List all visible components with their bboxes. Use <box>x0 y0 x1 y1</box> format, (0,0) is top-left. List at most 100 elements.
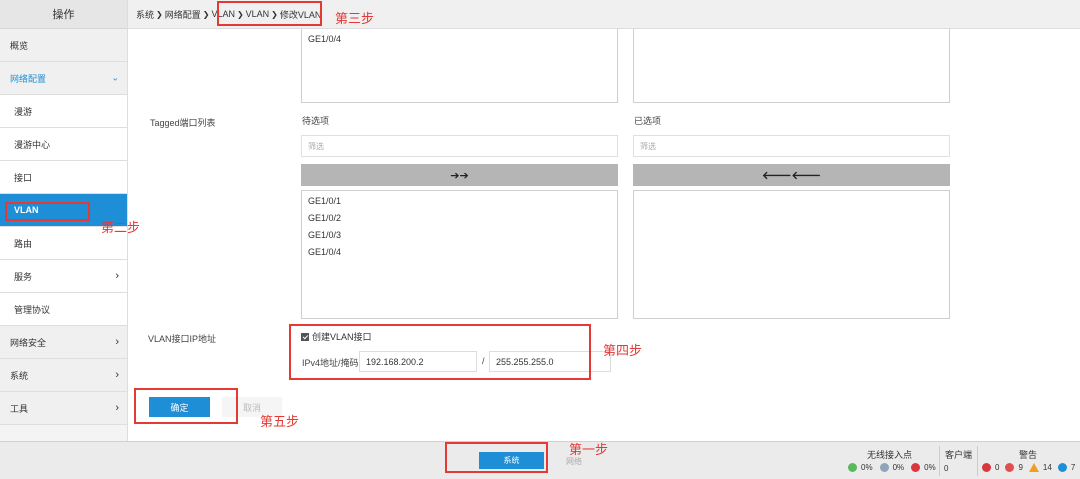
sidebar-item-roaming-center[interactable]: 漫游中心 <box>0 128 127 161</box>
chevron-right-icon: › <box>115 270 119 282</box>
sidebar-item-overview[interactable]: 概览 <box>0 29 127 62</box>
sidebar-item-network-config[interactable]: 网络配置 ⌄ <box>0 62 127 95</box>
sidebar-header: 操作 <box>0 0 127 29</box>
ipv4-value: 192.168.200.2 <box>366 356 424 367</box>
checkbox-label: 创建VLAN接口 <box>312 332 372 342</box>
breadcrumb-item-current: 修改VLAN <box>279 9 322 20</box>
untagged-available-list[interactable]: GE1/0/4 <box>301 29 618 103</box>
sidebar-item-label: 接口 <box>14 172 33 183</box>
subnet-mask-input[interactable]: 255.255.255.0 <box>489 351 611 372</box>
sidebar-item-label: 漫游中心 <box>14 139 51 150</box>
ok-button-label: 确定 <box>170 402 189 413</box>
ap-title: 无线接入点 <box>867 450 913 460</box>
system-tab-label: 系统 <box>503 456 520 465</box>
list-item[interactable]: GE1/0/3 <box>302 227 617 244</box>
sidebar-item-label: 网络安全 <box>10 337 47 348</box>
selected-filter-input[interactable]: 筛选 <box>633 135 950 157</box>
critical-alarm-count: 0 <box>995 463 1000 472</box>
move-left-button[interactable]: 🡐🡐 <box>633 164 950 186</box>
ap-offline-pct: 0% <box>892 463 905 472</box>
mask-value: 255.255.255.0 <box>496 356 554 367</box>
move-right-button[interactable]: ➔➔ <box>301 164 618 186</box>
ok-button[interactable]: 确定 <box>149 397 210 417</box>
info-icon <box>1057 463 1067 472</box>
breadcrumb: 系统 ❯ 网络配置 ❯ VLAN ❯ VLAN ❯ 修改VLAN <box>128 0 1080 29</box>
list-item[interactable]: GE1/0/4 <box>302 29 617 48</box>
breadcrumb-separator: ❯ <box>236 9 244 19</box>
selected-title: 已选项 <box>634 116 662 126</box>
minor-alarm-count: 14 <box>1042 463 1052 472</box>
breadcrumb-item[interactable]: 系统 <box>136 8 154 21</box>
sidebar-item-label: 工具 <box>10 403 29 414</box>
chevron-down-icon: ⌄ <box>111 72 119 83</box>
sidebar-item-label: 系统 <box>10 370 29 381</box>
sidebar-item-label: VLAN <box>14 205 39 215</box>
filter-placeholder: 筛选 <box>308 141 324 151</box>
divider <box>939 446 940 476</box>
chevron-right-icon: › <box>115 369 119 381</box>
sidebar-item-label: 服务 <box>14 271 33 282</box>
create-vlan-if-checkbox[interactable]: 创建VLAN接口 <box>301 330 372 343</box>
ap-online-icon <box>848 463 857 472</box>
list-item[interactable]: GE1/0/4 <box>302 244 617 261</box>
sidebar-item-roaming[interactable]: 漫游 <box>0 95 127 128</box>
ap-offline-icon <box>879 463 889 472</box>
breadcrumb-item[interactable]: VLAN <box>211 9 235 19</box>
checkbox-checked-icon <box>301 332 309 341</box>
breadcrumb-item[interactable]: 网络配置 <box>165 8 201 21</box>
sidebar-item-label: 路由 <box>14 238 33 249</box>
info-alarm-count: 7 <box>1070 463 1076 472</box>
alarm-title: 警告 <box>1019 450 1038 460</box>
ap-stats: 0% 0% 0% <box>848 463 936 472</box>
annotation-step1: 第一步 <box>569 442 609 457</box>
major-alarm-count: 9 <box>1018 463 1023 472</box>
major-alarm-icon <box>1005 463 1015 472</box>
tagged-available-list[interactable]: GE1/0/1 GE1/0/2 GE1/0/3 GE1/0/4 <box>301 190 618 319</box>
chevron-right-icon: › <box>115 336 119 348</box>
critical-alarm-icon <box>982 463 991 472</box>
double-arrow-right-icon: ➔➔ <box>450 169 469 182</box>
cancel-button-label: 取消 <box>242 402 261 413</box>
vlan-if-label: VLAN接口IP地址 <box>148 334 217 344</box>
sidebar-item-label: 漫游 <box>14 106 33 117</box>
annotation-step3: 第三步 <box>335 11 375 26</box>
sidebar-item-label: 概览 <box>10 40 29 51</box>
sidebar-item-tools[interactable]: 工具 › <box>0 392 127 425</box>
ipv4-address-input[interactable]: 192.168.200.2 <box>359 351 477 372</box>
sidebar-item-interface[interactable]: 接口 <box>0 161 127 194</box>
list-item[interactable]: GE1/0/2 <box>302 210 617 227</box>
system-tab-button[interactable]: 系统 <box>479 452 544 469</box>
sidebar-item-system[interactable]: 系统 › <box>0 359 127 392</box>
client-count: 0 <box>944 464 949 473</box>
ap-online-pct: 0% <box>861 463 873 472</box>
sidebar-item-network-security[interactable]: 网络安全 › <box>0 326 127 359</box>
sidebar-item-mgmt-protocol[interactable]: 管理协议 <box>0 293 127 326</box>
tagged-selected-list[interactable] <box>633 190 950 319</box>
breadcrumb-separator: ❯ <box>271 9 278 19</box>
double-arrow-left-icon: 🡐🡐 <box>762 170 821 182</box>
ap-fault-icon <box>911 463 921 472</box>
chevron-right-icon: › <box>115 402 119 414</box>
sidebar-item-services[interactable]: 服务 › <box>0 260 127 293</box>
tagged-ports-label: Tagged端口列表 <box>150 118 216 128</box>
ipv4-mask-label: IPv4地址/掩码 <box>302 358 359 368</box>
available-filter-input[interactable]: 筛选 <box>301 135 618 157</box>
annotation-step2: 第二步 <box>101 220 141 235</box>
breadcrumb-separator: ❯ <box>202 9 210 19</box>
breadcrumb-separator: ❯ <box>156 9 163 19</box>
annotation-step5: 第五步 <box>260 414 300 429</box>
untagged-selected-list[interactable] <box>633 29 950 103</box>
filter-placeholder: 筛选 <box>640 141 656 151</box>
list-item[interactable]: GE1/0/1 <box>302 193 617 210</box>
ip-mask-separator: / <box>482 356 485 366</box>
sidebar-item-label: 网络配置 <box>10 73 47 84</box>
breadcrumb-item[interactable]: VLAN <box>246 9 270 19</box>
annotation-step4: 第四步 <box>603 343 643 358</box>
ap-fault-pct: 0% <box>924 463 936 472</box>
warning-triangle-icon <box>1028 463 1039 472</box>
sidebar-item-label: 管理协议 <box>14 304 51 315</box>
alarm-stats[interactable]: 0 9 14 7 <box>982 463 1075 472</box>
divider <box>977 446 978 476</box>
client-title: 客户端 <box>945 450 973 460</box>
available-title: 待选项 <box>302 116 330 126</box>
